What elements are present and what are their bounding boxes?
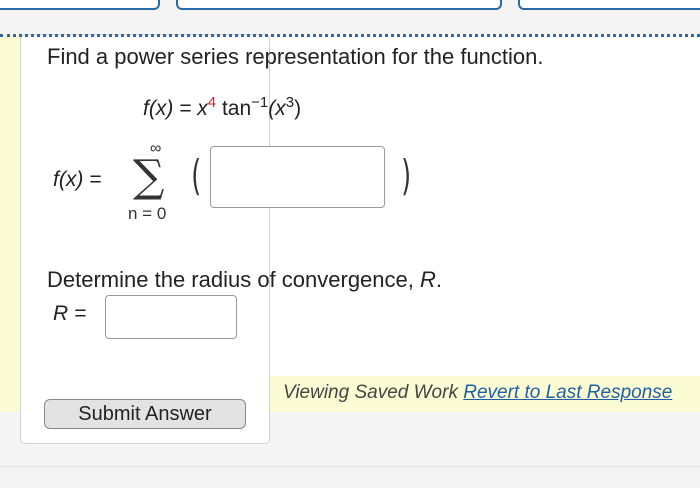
function-x: x <box>197 97 208 120</box>
revert-link[interactable]: Revert to Last Response <box>463 382 672 403</box>
function-arg-close: ) <box>294 97 302 120</box>
radius-input[interactable] <box>105 295 237 339</box>
saved-work-notice: Viewing Saved Work Revert to Last Respon… <box>283 382 672 404</box>
radius-prompt: Determine the radius of convergence, R. <box>47 267 442 293</box>
tab-card-left[interactable] <box>0 0 160 10</box>
series-lhs: f(x) = <box>53 168 101 192</box>
function-lhs: f(x) = <box>143 97 192 120</box>
question-prompt: Find a power series representation for t… <box>47 44 544 69</box>
function-inverse: −1 <box>251 94 269 111</box>
dotted-divider <box>0 34 700 37</box>
function-arg-open: (x <box>268 97 286 120</box>
series-lhs-text: f(x) = <box>53 168 102 191</box>
function-definition: f(x) = x4 tan−1(x3) <box>143 94 301 121</box>
series-term-input[interactable] <box>210 146 385 208</box>
radius-lhs-text: R = <box>53 302 87 325</box>
saved-work-text: Viewing Saved Work <box>283 382 464 403</box>
tab-card-right[interactable] <box>518 0 700 10</box>
function-tan: tan <box>216 97 252 120</box>
function-arg-exponent: 3 <box>285 94 295 111</box>
sigma-icon: ∑ <box>133 151 165 202</box>
radius-lhs: R = <box>53 302 86 326</box>
radius-prompt-text: Determine the radius of convergence, <box>47 267 420 292</box>
radius-prompt-period: . <box>435 267 442 292</box>
open-paren: ( <box>191 151 202 200</box>
tab-card-middle[interactable] <box>176 0 502 10</box>
submit-answer-button[interactable]: Submit Answer <box>44 399 246 429</box>
close-paren: ) <box>401 151 412 200</box>
sigma-lower-limit: n = 0 <box>128 204 167 223</box>
left-margin-highlight <box>0 34 20 412</box>
radius-var: R <box>419 267 436 292</box>
bottom-divider <box>0 466 700 467</box>
function-exponent: 4 <box>207 94 217 111</box>
